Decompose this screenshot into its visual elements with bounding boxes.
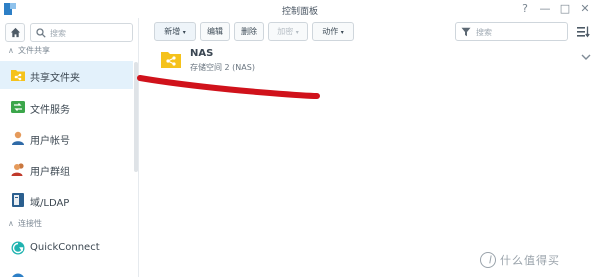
- window-title: 控制面板: [281, 7, 318, 17]
- filter-input[interactable]: [476, 25, 564, 39]
- watermark-text: 什么值得买: [500, 254, 560, 267]
- watermark: 什么值得买: [480, 252, 560, 272]
- edit-button[interactable]: 编辑: [200, 22, 230, 41]
- section-label: 连接性: [18, 219, 42, 228]
- sidebar-item-label: 共享文件夹: [30, 73, 80, 84]
- section-file-sharing[interactable]: ∧ 文件共享: [8, 45, 50, 56]
- sidebar-item-user[interactable]: 用户帐号: [0, 124, 133, 152]
- delete-button[interactable]: 删除: [234, 22, 264, 41]
- watermark-logo-icon: [480, 252, 496, 268]
- search-icon: [36, 28, 46, 38]
- create-label: 新增: [164, 27, 181, 36]
- shared-folder-icon: [161, 52, 181, 68]
- share-name: NAS: [190, 48, 214, 59]
- edit-label: 编辑: [207, 27, 223, 36]
- sort-icon: [577, 26, 590, 38]
- filter-icon: [461, 27, 471, 37]
- sidebar-scrollbar[interactable]: [134, 62, 138, 172]
- create-button[interactable]: 新增 ▾: [154, 22, 196, 41]
- chevron-down-icon: ▾: [295, 29, 299, 36]
- section-connectivity[interactable]: ∧ 连接性: [8, 218, 42, 229]
- share-volume: 存储空间 2 (NAS): [190, 63, 255, 72]
- file-services-icon: [11, 101, 25, 113]
- home-icon: [10, 27, 21, 38]
- sidebar-item-label: 用户群组: [30, 167, 70, 178]
- help-icon[interactable]: ?: [518, 3, 532, 14]
- sort-button[interactable]: [574, 22, 592, 41]
- network-icon: [12, 273, 24, 277]
- encrypt-label: 加密: [277, 27, 294, 36]
- sidebar-item-shared-folder[interactable]: 共享文件夹: [0, 61, 133, 89]
- sidebar-search[interactable]: [30, 23, 133, 42]
- action-label: 动作: [322, 27, 339, 36]
- user-icon: [12, 131, 24, 145]
- shared-folder-icon: [11, 70, 25, 81]
- delete-label: 删除: [241, 27, 257, 36]
- maximize-icon[interactable]: □: [558, 3, 572, 14]
- encrypt-button[interactable]: 加密 ▾: [268, 22, 308, 41]
- sidebar-item-group[interactable]: 用户群组: [0, 155, 133, 183]
- group-icon: [11, 163, 24, 176]
- shared-folder-list: NAS 存储空间 2 (NAS): [140, 44, 600, 277]
- sidebar: ∧ 文件共享 共享文件夹 文件服务 用户帐号 用户群组: [0, 18, 139, 277]
- sidebar-item-quickconnect[interactable]: QuickConnect: [0, 234, 133, 262]
- chevron-up-icon: ∧: [8, 46, 14, 55]
- home-button[interactable]: [5, 23, 25, 42]
- chevron-down-icon: ▾: [340, 29, 344, 36]
- domain-ldap-icon: [12, 193, 24, 207]
- chevron-up-icon: ∧: [8, 219, 14, 228]
- chevron-down-icon: ▾: [182, 29, 186, 36]
- sidebar-item-label: QuickConnect: [30, 242, 100, 253]
- close-icon[interactable]: ✕: [578, 3, 592, 14]
- minimize-icon[interactable]: —: [538, 3, 552, 14]
- sidebar-item-partial[interactable]: [0, 266, 133, 277]
- section-label: 文件共享: [18, 46, 50, 55]
- sidebar-item-label: 文件服务: [30, 105, 70, 116]
- sidebar-item-label: 域/LDAP: [30, 198, 70, 209]
- sidebar-item-domain-ldap[interactable]: 域/LDAP: [0, 186, 133, 214]
- action-button[interactable]: 动作 ▾: [312, 22, 354, 41]
- quickconnect-icon: [11, 241, 25, 255]
- sidebar-item-file-services[interactable]: 文件服务: [0, 93, 133, 121]
- chevron-down-icon[interactable]: [581, 53, 591, 61]
- window-titlebar: 控制面板 ? — □ ✕: [0, 0, 600, 18]
- sidebar-item-label: 用户帐号: [30, 136, 70, 147]
- filter-search[interactable]: [455, 22, 568, 41]
- list-item[interactable]: NAS 存储空间 2 (NAS): [140, 44, 600, 78]
- sidebar-search-input[interactable]: [50, 26, 130, 40]
